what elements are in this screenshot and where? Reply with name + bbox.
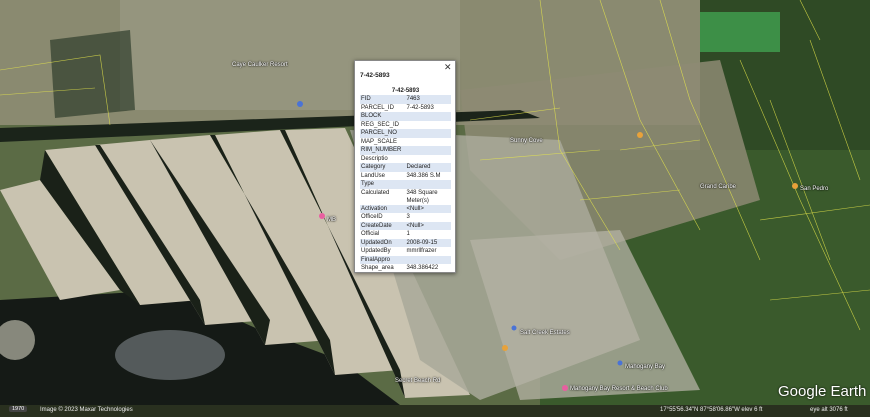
- close-icon[interactable]: ✕: [444, 62, 452, 72]
- map-label-beach-club[interactable]: Mahogany Bay Resort & Beach Club: [570, 386, 668, 392]
- eye-altitude: eye alt 3076 ft: [810, 407, 848, 413]
- attribute-table: 7-42-5893 FID 7463 PARCEL_ID 7-42-5893 BLOCK…: [360, 88, 451, 274]
- attribute-value: 76.199972: [406, 273, 452, 274]
- attribute-row: Shape_area 348.386422: [360, 264, 451, 272]
- attribute-value: [405, 154, 451, 163]
- map-label-san-pedro[interactable]: San Pedro: [800, 186, 828, 192]
- attribute-key: PARCEL_NO: [360, 129, 406, 138]
- map-label-road[interactable]: Secret Beach Rd: [395, 378, 440, 384]
- imagery-credit: Image © 2023 Maxar Technologies: [40, 407, 133, 413]
- attribute-value: 3: [405, 213, 451, 222]
- attribute-key: LandUse: [360, 171, 406, 180]
- attribute-key: Official: [360, 230, 406, 239]
- attribute-key: REG_SEC_ID: [360, 120, 406, 129]
- attribute-key: RIM_NUMBER: [360, 146, 406, 155]
- attribute-value: 7463: [405, 95, 451, 104]
- map-label-resort[interactable]: Caye Caulker Resort: [232, 62, 288, 68]
- attribute-key: UpdatedBy: [360, 247, 406, 256]
- attribute-row: Descriptio: [360, 154, 451, 163]
- attribute-value: 348.386422: [405, 264, 451, 272]
- attribute-value: 348.386 S.M: [405, 171, 451, 180]
- attribute-row: REG_SEC_ID: [360, 120, 451, 129]
- attribute-row: Type: [360, 180, 451, 189]
- attribute-key: Shape_len: [360, 273, 406, 274]
- attribute-value: [405, 137, 451, 146]
- parcel-info-popup: ✕ 7-42-5893 7-42-5893 FID 7463 PARCEL_ID 7-…: [354, 60, 456, 273]
- attribute-row: FinalAppro: [360, 255, 451, 264]
- map-label-sunny-cove[interactable]: Sunny Cove: [510, 138, 543, 144]
- coordinates-readout: 17°55'56.34"N 87°58'06.86"W elev 6 ft: [660, 407, 763, 413]
- attribute-value: [405, 120, 451, 129]
- attribute-row: CreateDate <Null>: [360, 221, 451, 230]
- attribute-key: Activation: [360, 204, 406, 213]
- attribute-row: FID 7463: [360, 95, 451, 104]
- map-label-mb[interactable]: MB: [327, 217, 336, 223]
- attribute-key: OfficeID: [360, 213, 406, 222]
- attribute-row: Calculated 348 Square Meter(s): [360, 188, 451, 205]
- attribute-row: Category Declared: [360, 163, 451, 172]
- status-bar: Image © 2023 Maxar Technologies 17°55'56…: [0, 405, 870, 417]
- attribute-value: <Null>: [405, 221, 451, 230]
- attribute-row: PARCEL_ID 7-42-5893: [360, 103, 451, 112]
- attribute-key: CreateDate: [360, 221, 406, 230]
- attribute-row: OfficeID 3: [360, 213, 451, 222]
- attribute-row: UpdatedOn 2008-09-15: [360, 238, 451, 247]
- attribute-key: UpdatedOn: [360, 238, 406, 247]
- attribute-row: Shape_len76.199972: [360, 273, 451, 274]
- map-label-mahogany-bay[interactable]: Mahogany Bay: [625, 364, 665, 370]
- attribute-key: MAP_SCALE: [360, 137, 406, 146]
- attribute-value: 348 Square Meter(s): [405, 188, 451, 205]
- attribute-value: [405, 146, 451, 155]
- map-label-estates[interactable]: Salt Creek Estates: [520, 330, 570, 336]
- attribute-key: PARCEL_ID: [360, 103, 406, 112]
- attribute-value: 7-42-5893: [405, 103, 451, 112]
- attribute-key: Shape_area: [360, 264, 406, 272]
- attribute-row: LandUse 348.386 S.M: [360, 171, 451, 180]
- attribute-table-header: 7-42-5893: [360, 88, 451, 95]
- attribute-row: MAP_SCALE: [360, 137, 451, 146]
- attribute-key: Descriptio: [360, 154, 406, 163]
- attribute-key: FID: [360, 95, 406, 104]
- attribute-key: Calculated: [360, 188, 406, 205]
- attribute-value: 2008-09-15: [405, 238, 451, 247]
- google-earth-logo: Google Earth: [778, 383, 867, 400]
- attribute-key: BLOCK: [360, 112, 406, 121]
- historical-imagery-year[interactable]: 1970: [9, 406, 28, 412]
- attribute-value: mmrllfrazer: [405, 247, 451, 256]
- attribute-value: 1: [405, 230, 451, 239]
- attribute-row: PARCEL_NO: [360, 129, 451, 138]
- attribute-value: <Null>: [405, 204, 451, 213]
- attribute-value: [405, 129, 451, 138]
- attribute-key: FinalAppro: [360, 255, 406, 264]
- attribute-value: [405, 180, 451, 189]
- attribute-row: BLOCK: [360, 112, 451, 121]
- popup-title: 7-42-5893: [360, 72, 390, 79]
- attribute-value: Declared: [405, 163, 451, 172]
- attribute-value: [405, 112, 451, 121]
- attribute-row: RIM_NUMBER: [360, 146, 451, 155]
- map-label-grand-caribe[interactable]: Grand Caribe: [700, 184, 736, 190]
- attribute-value: [405, 255, 451, 264]
- attribute-row: UpdatedBy mmrllfrazer: [360, 247, 451, 256]
- attribute-row: Activation <Null>: [360, 204, 451, 213]
- attribute-key: Category: [360, 163, 406, 172]
- attribute-key: Type: [360, 180, 406, 189]
- attribute-row: Official 1: [360, 230, 451, 239]
